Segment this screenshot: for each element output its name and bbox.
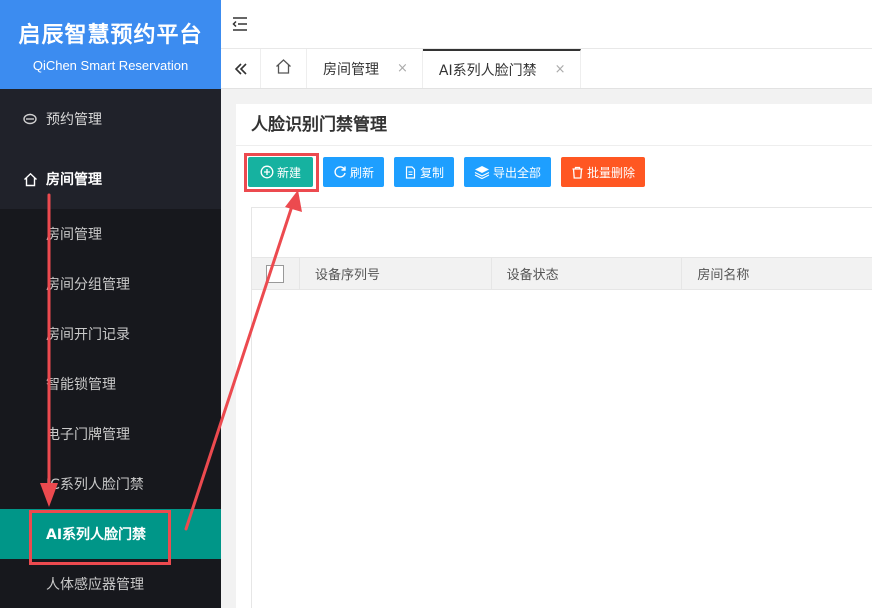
close-icon[interactable]: × — [555, 62, 566, 77]
device-table: 设备序列号 设备状态 房间名称 — [251, 207, 872, 608]
tab-label: 房间管理 — [323, 61, 379, 78]
submenu-item-ic-face-access[interactable]: IC系列人脸门禁 — [0, 459, 221, 509]
submenu-item-e-doorplate[interactable]: 电子门牌管理 — [0, 409, 221, 459]
copy-button[interactable]: 复制 — [394, 157, 455, 187]
tab-bar: 房间管理 × AI系列人脸门禁 × — [221, 49, 872, 89]
new-button[interactable]: 新建 — [248, 157, 313, 187]
table-toolbar — [252, 208, 872, 258]
home-icon — [275, 58, 292, 79]
submenu-item-room-group[interactable]: 房间分组管理 — [0, 259, 221, 309]
export-all-button[interactable]: 导出全部 — [464, 157, 552, 187]
file-icon — [405, 165, 416, 179]
sidebar: 启辰智慧预约平台 QiChen Smart Reservation 预约管理 房… — [0, 0, 221, 608]
column-header-room-name[interactable]: 房间名称 — [682, 258, 872, 289]
action-toolbar: 新建 刷新 复制 导出全部 批量删除 — [248, 157, 655, 187]
refresh-button[interactable]: 刷新 — [323, 157, 385, 187]
column-header-status[interactable]: 设备状态 — [492, 258, 683, 289]
brand-subtitle: QiChen Smart Reservation — [32, 58, 189, 73]
sidebar-item-label: 预约管理 — [46, 112, 102, 128]
plus-circle-icon — [260, 165, 274, 179]
layers-icon — [474, 166, 490, 179]
batch-delete-button[interactable]: 批量删除 — [561, 157, 646, 187]
sidebar-item-label: 房间管理 — [46, 172, 102, 188]
tab-room-management[interactable]: 房间管理 × — [307, 49, 423, 88]
page-title: 人脸识别门禁管理 — [236, 104, 872, 146]
refresh-icon — [334, 166, 346, 178]
select-all-checkbox[interactable] — [266, 264, 284, 283]
refresh-button-label: 刷新 — [350, 165, 375, 180]
table-header-row: 设备序列号 设备状态 房间名称 — [252, 258, 872, 290]
delete-button-label: 批量删除 — [587, 165, 636, 180]
tab-scroll-left-icon[interactable] — [221, 49, 261, 88]
copy-button-label: 复制 — [420, 165, 445, 180]
sidebar-item-reservation[interactable]: 预约管理 — [0, 89, 221, 149]
brand-title: 启辰智慧预约平台 — [18, 23, 203, 48]
tab-home[interactable] — [261, 49, 307, 88]
close-icon[interactable]: × — [397, 61, 408, 76]
submenu-item-ai-face-access[interactable]: AI系列人脸门禁 — [0, 509, 221, 559]
submenu-item-smart-lock[interactable]: 智能锁管理 — [0, 359, 221, 409]
trash-icon — [572, 166, 583, 179]
home-icon — [22, 171, 38, 187]
submenu-item-motion-sensor[interactable]: 人体感应器管理 — [0, 559, 221, 608]
top-header — [221, 0, 872, 49]
export-button-label: 导出全部 — [493, 165, 542, 180]
brand-header: 启辰智慧预约平台 QiChen Smart Reservation — [0, 0, 221, 89]
room-submenu: 房间管理 房间分组管理 房间开门记录 智能锁管理 电子门牌管理 IC系列人脸门禁… — [0, 209, 221, 608]
menu-fold-icon[interactable] — [231, 15, 249, 33]
submenu-item-room-management[interactable]: 房间管理 — [0, 209, 221, 259]
main-card: 人脸识别门禁管理 新建 刷新 复制 导出全部 批量删除 设备序列号 设备状态 房… — [236, 104, 872, 608]
column-header-serial[interactable]: 设备序列号 — [300, 258, 492, 289]
submenu-item-door-records[interactable]: 房间开门记录 — [0, 309, 221, 359]
link-icon — [22, 111, 38, 127]
new-button-label: 新建 — [276, 165, 301, 180]
tab-label: AI系列人脸门禁 — [438, 62, 537, 79]
tab-ai-face-access[interactable]: AI系列人脸门禁 × — [422, 49, 581, 88]
sidebar-item-room-management[interactable]: 房间管理 — [0, 149, 221, 209]
select-all-cell — [252, 258, 300, 289]
